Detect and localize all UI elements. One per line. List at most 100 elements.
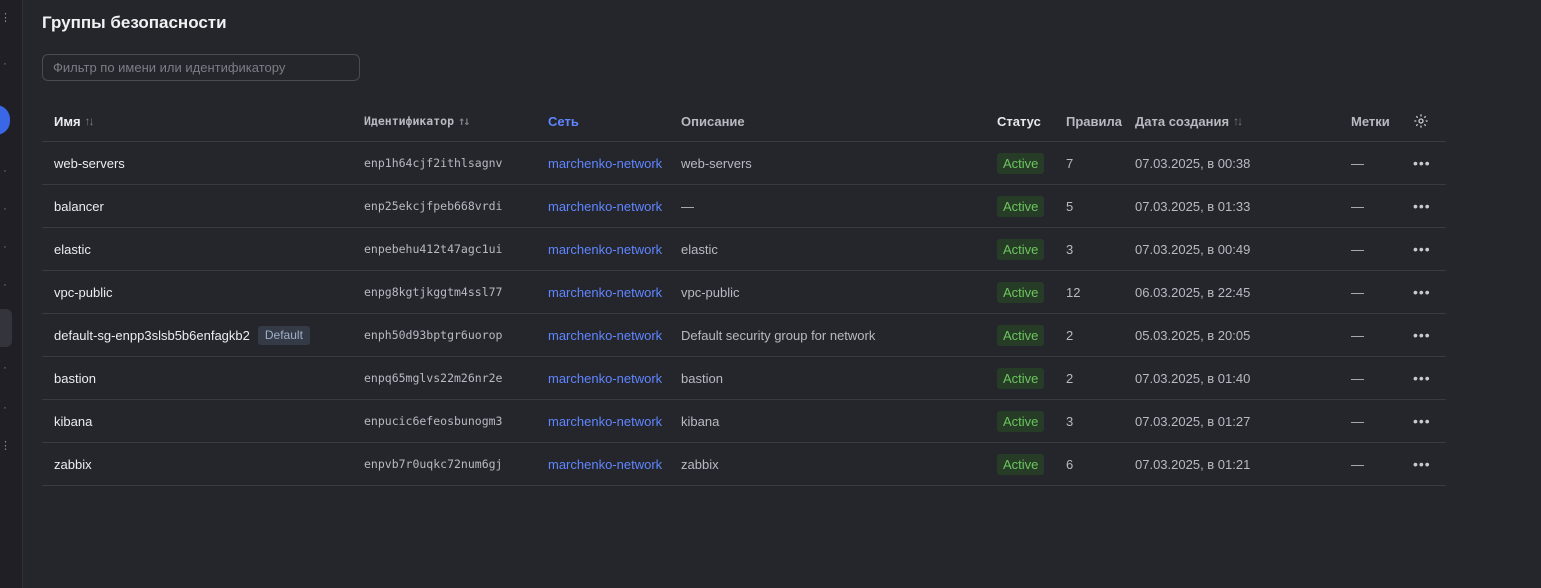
table-row[interactable]: bastion enpq65mglvs22m26nr2e marchenko-net…	[42, 357, 1446, 400]
column-header-created[interactable]: Дата создания ↑↓	[1135, 101, 1243, 141]
nav-icon-8[interactable]: ⋮	[0, 440, 11, 452]
table-row[interactable]: zabbix enpvb7r0uqkc72num6gj marchenko-netw…	[42, 443, 1446, 486]
nav-icon-3[interactable]: ·	[0, 203, 10, 215]
more-horizontal-icon[interactable]: •••	[1413, 456, 1431, 472]
more-horizontal-icon[interactable]: •••	[1413, 327, 1431, 343]
rules-count: 7	[1066, 155, 1074, 171]
nav-item-security-groups[interactable]	[0, 309, 12, 347]
page-title: Группы безопасности	[42, 13, 227, 32]
group-description: bastion	[681, 370, 723, 386]
group-description: elastic	[681, 241, 718, 257]
group-name-cell[interactable]: vpc-public	[54, 271, 113, 313]
nav-icon-6[interactable]: ·	[0, 362, 10, 374]
status-badge: Active	[997, 453, 1045, 475]
network-link[interactable]: marchenko-network	[548, 400, 662, 442]
network-link[interactable]: marchenko-network	[548, 228, 662, 270]
nav-active-indicator[interactable]	[0, 105, 10, 135]
created-date: 05.03.2025, в 20:05	[1135, 327, 1251, 343]
group-name[interactable]: vpc-public	[54, 285, 113, 300]
group-name-cell[interactable]: zabbix	[54, 443, 92, 485]
network-link[interactable]: marchenko-network	[548, 357, 662, 399]
table-row[interactable]: web-servers enp1h64cjf2ithlsagnv marchenko…	[42, 142, 1446, 185]
group-name[interactable]: default-sg-enpp3slsb5b6enfagkb2	[54, 328, 250, 343]
tags-value: —	[1351, 284, 1364, 300]
group-id: enpvb7r0uqkc72num6gj	[364, 457, 503, 471]
status-badge: Active	[997, 152, 1045, 174]
default-badge: Default	[257, 325, 310, 345]
table-row[interactable]: vpc-public enpg8kgtjkggtm4ssl77 marchenko-…	[42, 271, 1446, 314]
sort-icon[interactable]: ↑↓	[458, 114, 471, 128]
tags-value: —	[1351, 327, 1364, 343]
row-actions: •••	[1413, 314, 1431, 356]
column-header-status: Статус	[997, 113, 1041, 129]
sort-icon[interactable]: ↑↓	[1233, 114, 1243, 128]
column-header-name[interactable]: Имя ↑↓	[54, 101, 95, 141]
gear-icon[interactable]	[1413, 113, 1429, 129]
group-name[interactable]: elastic	[54, 242, 91, 257]
group-name[interactable]: balancer	[54, 199, 104, 214]
created-date: 06.03.2025, в 22:45	[1135, 284, 1251, 300]
group-name[interactable]: web-servers	[54, 156, 125, 171]
nav-icon-7[interactable]: ·	[0, 402, 10, 414]
menu-icon[interactable]: ⋮	[0, 12, 11, 24]
more-horizontal-icon[interactable]: •••	[1413, 370, 1431, 386]
rules-count: 2	[1066, 370, 1074, 386]
tags-value: —	[1351, 155, 1364, 171]
network-link[interactable]: marchenko-network	[548, 185, 662, 227]
table-body: web-servers enp1h64cjf2ithlsagnv marchenko…	[42, 142, 1446, 486]
network-link[interactable]: marchenko-network	[548, 314, 662, 356]
group-id: enph50d93bptgr6uorop	[364, 328, 503, 342]
search-input[interactable]	[42, 54, 360, 81]
more-horizontal-icon[interactable]: •••	[1413, 241, 1431, 257]
table-row[interactable]: default-sg-enpp3slsb5b6enfagkb2 Default en…	[42, 314, 1446, 357]
tags-value: —	[1351, 370, 1364, 386]
row-actions: •••	[1413, 142, 1431, 184]
table-settings-button[interactable]	[1413, 101, 1429, 141]
column-header-rules: Правила	[1066, 113, 1122, 129]
group-name[interactable]: bastion	[54, 371, 96, 386]
group-id: enpebehu412t47agc1ui	[364, 242, 503, 256]
nav-icon-5[interactable]: ·	[0, 279, 10, 291]
group-name-cell[interactable]: default-sg-enpp3slsb5b6enfagkb2 Default	[54, 314, 310, 356]
status-badge: Active	[997, 367, 1045, 389]
table-row[interactable]: balancer enp25ekcjfpeb668vrdi marchenko-ne…	[42, 185, 1446, 228]
group-description: web-servers	[681, 155, 752, 171]
table-row[interactable]: kibana enpucic6efeosbunogm3 marchenko-netw…	[42, 400, 1446, 443]
status-badge: Active	[997, 281, 1045, 303]
more-horizontal-icon[interactable]: •••	[1413, 284, 1431, 300]
row-actions: •••	[1413, 271, 1431, 313]
security-groups-table: Имя ↑↓ Идентификатор ↑↓ Сеть Описание Ст…	[42, 101, 1446, 486]
group-name-cell[interactable]: elastic	[54, 228, 91, 270]
network-link[interactable]: marchenko-network	[548, 142, 662, 184]
status-cell: Active	[997, 314, 1045, 356]
more-horizontal-icon[interactable]: •••	[1413, 413, 1431, 429]
tags-value: —	[1351, 198, 1364, 214]
status-cell: Active	[997, 142, 1045, 184]
nav-icon-1[interactable]: ·	[0, 58, 10, 70]
status-cell: Active	[997, 228, 1045, 270]
group-name[interactable]: kibana	[54, 414, 92, 429]
created-date: 07.03.2025, в 01:40	[1135, 370, 1251, 386]
status-cell: Active	[997, 400, 1045, 442]
nav-icon-2[interactable]: ·	[0, 165, 10, 177]
group-name-cell[interactable]: bastion	[54, 357, 96, 399]
sort-icon[interactable]: ↑↓	[85, 114, 95, 128]
group-id: enpg8kgtjkggtm4ssl77	[364, 285, 503, 299]
group-name[interactable]: zabbix	[54, 457, 92, 472]
column-header-tags: Метки	[1351, 113, 1390, 129]
group-name-cell[interactable]: balancer	[54, 185, 104, 227]
group-name-cell[interactable]: web-servers	[54, 142, 125, 184]
group-description: —	[681, 198, 694, 214]
row-actions: •••	[1413, 185, 1431, 227]
column-header-id[interactable]: Идентификатор ↑↓	[364, 101, 471, 141]
network-link[interactable]: marchenko-network	[548, 271, 662, 313]
table-row[interactable]: elastic enpebehu412t47agc1ui marchenko-net…	[42, 228, 1446, 271]
status-cell: Active	[997, 271, 1045, 313]
group-name-cell[interactable]: kibana	[54, 400, 92, 442]
rules-count: 2	[1066, 327, 1074, 343]
nav-icon-4[interactable]: ·	[0, 241, 10, 253]
more-horizontal-icon[interactable]: •••	[1413, 198, 1431, 214]
more-horizontal-icon[interactable]: •••	[1413, 155, 1431, 171]
created-date: 07.03.2025, в 01:33	[1135, 198, 1251, 214]
network-link[interactable]: marchenko-network	[548, 443, 662, 485]
